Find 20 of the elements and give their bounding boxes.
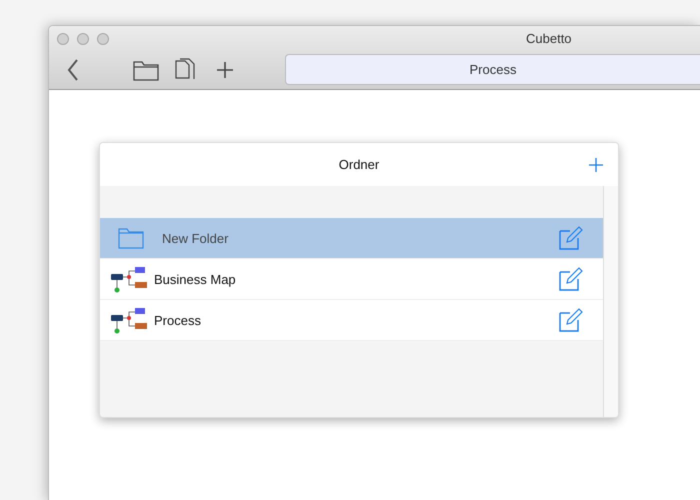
add-icon[interactable] [215,60,235,80]
scroll-track[interactable] [603,186,618,417]
edit-icon[interactable] [559,267,583,291]
edit-icon[interactable] [559,226,583,250]
edit-icon[interactable] [559,308,583,332]
location-field[interactable]: Process [285,54,700,85]
window-title: Cubetto [526,31,572,46]
diagram-icon [110,264,148,294]
item-label: New Folder [162,230,230,246]
item-label: Process [154,312,202,328]
list-item[interactable]: Process [100,300,603,341]
item-label: Business Map [154,272,237,286]
panel-title: Ordner [338,157,380,172]
documents-icon[interactable] [175,58,195,82]
folder-icon [118,227,144,249]
folder-icon[interactable] [133,58,159,80]
list-item[interactable]: New Folder [100,218,603,259]
add-icon[interactable] [588,157,604,173]
list-item[interactable]: Business Map [100,259,603,300]
diagram-icon [110,305,148,335]
